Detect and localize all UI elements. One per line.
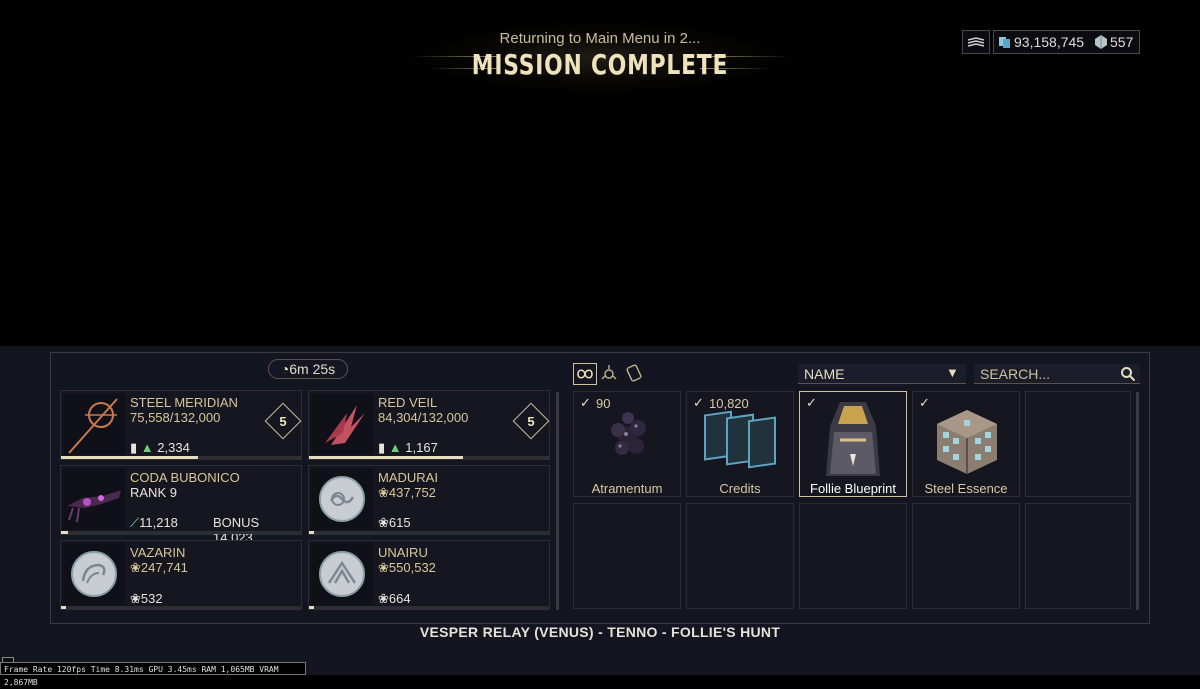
card-gain: ❀615 (378, 515, 411, 530)
card-title: RED VEIL (378, 395, 438, 410)
rank-badge: 5 (512, 402, 550, 440)
steel-meridian-emblem-icon (63, 393, 125, 455)
focus-icon: ❀ (378, 560, 389, 575)
card-title: VAZARIN (130, 545, 186, 560)
search-input[interactable]: SEARCH... (974, 364, 1140, 384)
reward-tile[interactable]: ✓ 90 Atramentum (573, 391, 681, 497)
inventory-toggle-button[interactable] (962, 30, 990, 54)
steel-meridian-card[interactable]: STEEL MERIDIAN 75,558/132,000 5 ▮ ▲ 2,33… (60, 390, 302, 460)
focus-icon: ❀ (378, 515, 389, 530)
up-arrow-icon: ▲ (140, 440, 154, 455)
reward-tile-empty (1025, 391, 1131, 497)
unairu-focus-icon (311, 543, 373, 605)
card-title: UNAIRU (378, 545, 428, 560)
standing-progress-bar (61, 456, 301, 459)
card-gain: ▮ ▲ 1,167 (378, 440, 438, 455)
reward-tile-empty (686, 503, 794, 609)
standing-progress-bar (309, 456, 549, 459)
card-standing: 84,304/132,000 (378, 410, 469, 425)
clock-icon: ◔ (280, 361, 290, 377)
squad-scrollbar[interactable] (556, 392, 559, 610)
stack-icon (967, 37, 985, 47)
reward-tile-empty (799, 503, 907, 609)
focus-icon: ❀ (130, 560, 141, 575)
card-title: CODA BUBONICO (130, 470, 240, 485)
reward-tile-empty (573, 503, 681, 609)
mission-location: VESPER RELAY (VENUS) - TENNO - FOLLIE'S … (419, 624, 781, 640)
card-standing: 75,558/132,000 (130, 410, 221, 425)
focus-progress-bar (309, 606, 549, 609)
card-rank: RANK 9 (130, 485, 177, 500)
focus-progress-bar (61, 606, 301, 609)
tab-resources[interactable] (598, 363, 622, 385)
affinity-progress-bar (61, 531, 301, 534)
vazarin-focus-icon (63, 543, 125, 605)
reward-tile-empty (1025, 503, 1131, 609)
resource-icon (601, 365, 617, 380)
rank-badge: 5 (264, 402, 302, 440)
credits-icon (999, 37, 1010, 48)
sort-dropdown[interactable]: NAME ▼ (798, 364, 966, 384)
mission-complete-title: MISSION COMPLETE (471, 48, 729, 81)
card-gain: ❀664 (378, 591, 411, 606)
card-gain: ❀532 (130, 591, 163, 606)
reward-tile[interactable]: ✓ Steel Essence (912, 391, 1020, 497)
focus-icon: ❀ (378, 485, 389, 500)
reward-label: Follie Blueprint (810, 481, 896, 496)
affinity-icon: ⟋ (130, 515, 140, 530)
up-arrow-icon: ▲ (388, 440, 402, 455)
steel-essence-icon (937, 410, 997, 474)
card-pool: ❀550,532 (378, 560, 436, 575)
reward-label: Steel Essence (924, 481, 1008, 496)
mod-icon (626, 364, 642, 382)
madurai-card[interactable]: MADURAI ❀437,752 ❀615 (308, 465, 550, 535)
sigil-icon: ▮ (130, 440, 138, 455)
card-title: STEEL MERIDIAN (130, 395, 238, 410)
focus-icon: ❀ (130, 591, 141, 606)
chevron-down-icon: ▼ (946, 365, 959, 380)
reward-label: Atramentum (591, 481, 663, 496)
platinum-amount: 557 (1110, 34, 1134, 50)
credits-amount: 93,158,745 (1014, 34, 1085, 50)
check-icon: ✓ (919, 395, 930, 410)
sort-label: NAME (804, 366, 845, 382)
reward-tile[interactable]: ✓ 10,820 Credits (686, 391, 794, 497)
card-gain: ▮ ▲ 2,334 (130, 440, 190, 455)
card-pool: ❀247,741 (130, 560, 188, 575)
follie-blueprint-icon (826, 402, 880, 476)
focus-icon: ❀ (378, 591, 389, 606)
performance-overlay: Frame Rate 120fps Time 8.31ms GPU 3.45ms… (0, 662, 306, 687)
credits-icon (704, 410, 776, 469)
sigil-icon: ▮ (378, 440, 386, 455)
card-affinity: ⟋11,218 (130, 515, 178, 530)
tab-all-rewards[interactable] (573, 363, 597, 385)
rewards-scrollbar[interactable] (1136, 392, 1139, 610)
search-placeholder: SEARCH... (980, 366, 1051, 382)
check-icon: ✓ (580, 395, 591, 410)
tab-mods[interactable] (623, 363, 647, 385)
card-title: MADURAI (378, 470, 438, 485)
infinity-icon (577, 369, 593, 379)
atramentum-icon (611, 412, 646, 455)
focus-progress-bar (309, 531, 549, 534)
search-icon (1121, 367, 1136, 382)
platinum-icon (1095, 35, 1107, 49)
vazarin-card[interactable]: VAZARIN ❀247,741 ❀532 (60, 540, 302, 610)
unairu-card[interactable]: UNAIRU ❀550,532 ❀664 (308, 540, 550, 610)
red-veil-emblem-icon (311, 393, 373, 455)
coda-bubonico-card[interactable]: CODA BUBONICO RANK 9 ⟋11,218 BONUS 14,02… (60, 465, 302, 545)
reward-tile-empty (912, 503, 1020, 609)
red-veil-card[interactable]: RED VEIL 84,304/132,000 5 ▮ ▲ 1,167 (308, 390, 550, 460)
reward-tile-selected[interactable]: ✓ Follie Blueprint (799, 391, 907, 497)
mission-timer: ◔6m 25s (268, 359, 348, 379)
madurai-focus-icon (311, 468, 373, 530)
card-pool: ❀437,752 (378, 485, 436, 500)
coda-bubonico-weapon-icon (63, 468, 125, 530)
reward-label: Credits (719, 481, 761, 496)
